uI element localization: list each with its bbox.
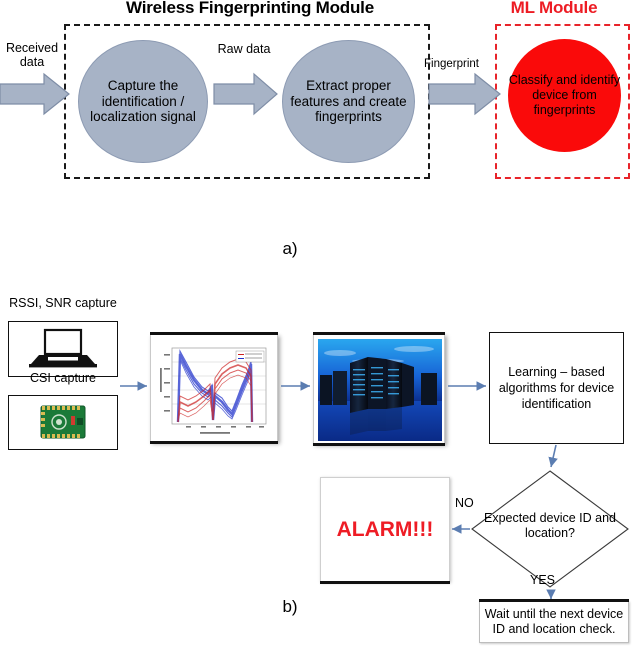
flow-connectors	[120, 381, 558, 599]
panel-b-caption: b)	[282, 597, 298, 616]
figure-container: Wireless Fingerprinting Module ML Module…	[0, 0, 640, 646]
